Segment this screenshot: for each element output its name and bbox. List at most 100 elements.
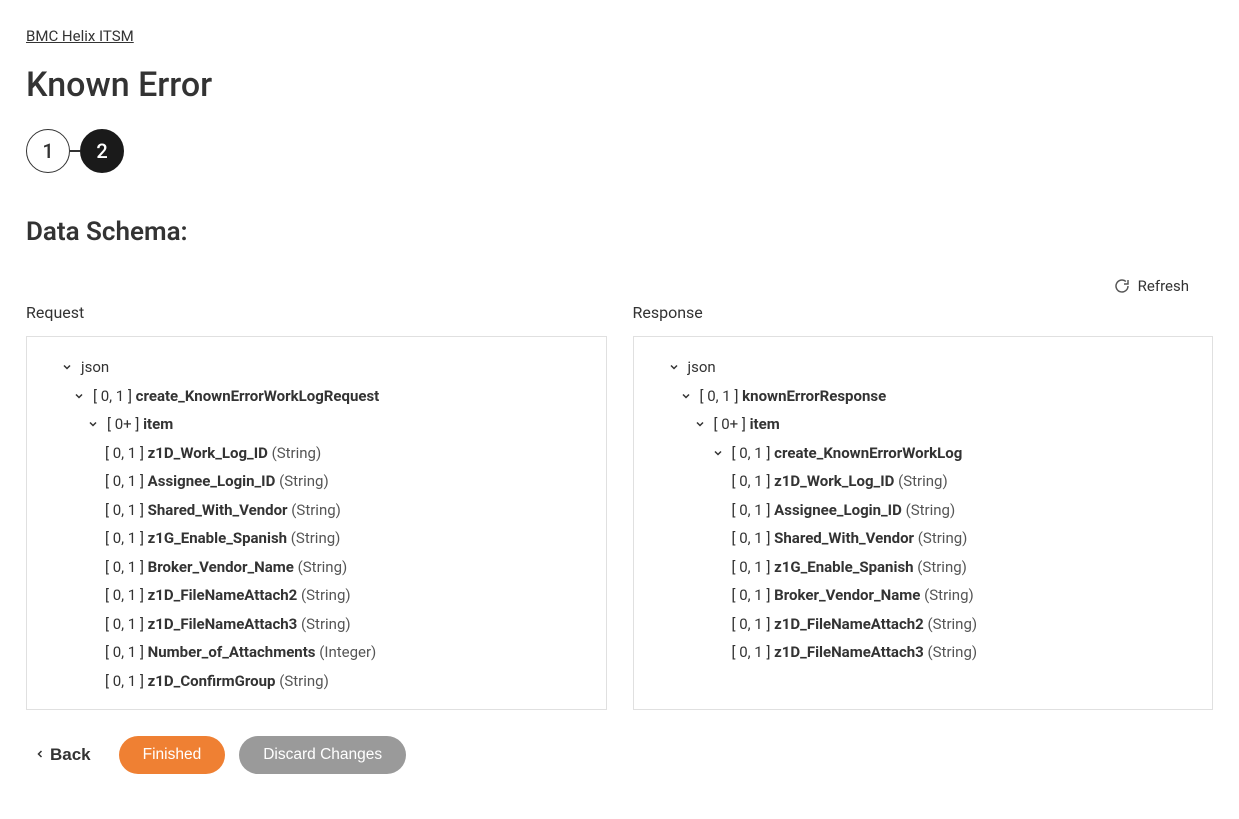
tree-node[interactable]: [ 0, 1 ] knownErrorResponse: [656, 382, 1191, 411]
field-name: item: [750, 410, 780, 439]
tree-node[interactable]: [ 0, 1 ] create_KnownErrorWorkLogRequest: [49, 382, 584, 411]
step-connector: [70, 150, 80, 152]
tree-node[interactable]: [ 0+ ] item: [49, 410, 584, 439]
field-name: Shared_With_Vendor: [148, 496, 288, 525]
request-label: Request: [26, 303, 607, 322]
cardinality: [ 0, 1 ]: [105, 610, 144, 639]
field-name: z1D_FileNameAttach2: [774, 610, 924, 639]
tree-node-json[interactable]: json: [49, 353, 584, 382]
field-type: (String): [301, 581, 351, 610]
response-schema-box[interactable]: json [ 0, 1 ] knownErrorResponse [ 0+ ] …: [633, 336, 1214, 710]
refresh-label[interactable]: Refresh: [1138, 277, 1189, 295]
tree-leaf[interactable]: [ 0, 1 ] z1D_FileNameAttach2 (String): [656, 610, 1191, 639]
chevron-down-icon: [87, 418, 99, 430]
tree-leaf[interactable]: [ 0, 1 ] z1D_FileNameAttach3 (String): [656, 638, 1191, 667]
field-type: (String): [924, 581, 974, 610]
cardinality: [ 0, 1 ]: [105, 581, 144, 610]
chevron-down-icon: [712, 447, 724, 459]
field-name: Shared_With_Vendor: [774, 524, 914, 553]
tree-leaf[interactable]: [ 0, 1 ] z1D_Work_Log_ID (String): [49, 439, 584, 468]
chevron-down-icon: [694, 418, 706, 430]
field-name: z1D_Work_Log_ID: [148, 439, 268, 468]
discard-changes-button[interactable]: Discard Changes: [239, 736, 406, 774]
cardinality: [ 0, 1 ]: [732, 553, 771, 582]
field-type: (String): [291, 524, 341, 553]
chevron-down-icon: [680, 390, 692, 402]
tree-node[interactable]: [ 0+ ] item: [656, 410, 1191, 439]
page-title: Known Error: [26, 65, 1213, 105]
cardinality: [ 0, 1 ]: [93, 382, 132, 411]
field-type: (Integer): [319, 638, 376, 667]
field-type: (String): [906, 496, 956, 525]
field-type: (String): [918, 524, 968, 553]
field-type: (String): [917, 553, 967, 582]
field-type: (String): [301, 610, 351, 639]
footer-actions: Back Finished Discard Changes: [26, 736, 1213, 774]
tree-node-json[interactable]: json: [656, 353, 1191, 382]
cardinality: [ 0, 1 ]: [105, 638, 144, 667]
step-1[interactable]: 1: [26, 129, 70, 173]
field-type: (String): [272, 439, 322, 468]
field-name: Assignee_Login_ID: [148, 467, 276, 496]
field-name: z1D_FileNameAttach3: [148, 610, 298, 639]
field-name: Assignee_Login_ID: [774, 496, 902, 525]
tree-leaf[interactable]: [ 0, 1 ] z1G_Enable_Spanish (String): [49, 524, 584, 553]
tree-leaf[interactable]: [ 0, 1 ] z1G_Enable_Spanish (String): [656, 553, 1191, 582]
field-type: (String): [279, 467, 329, 496]
field-name: z1D_Work_Log_ID: [774, 467, 894, 496]
refresh-icon[interactable]: [1114, 278, 1130, 294]
tree-leaf[interactable]: [ 0, 1 ] z1D_FileNameAttach2 (String): [49, 581, 584, 610]
field-name: Number_of_Attachments: [148, 638, 316, 667]
field-name: create_KnownErrorWorkLogRequest: [136, 382, 380, 411]
field-name: Broker_Vendor_Name: [148, 553, 294, 582]
cardinality: [ 0, 1 ]: [105, 439, 144, 468]
step-2[interactable]: 2: [80, 129, 124, 173]
cardinality: [ 0, 1 ]: [105, 496, 144, 525]
chevron-down-icon: [668, 361, 680, 373]
cardinality: [ 0, 1 ]: [732, 439, 771, 468]
breadcrumb-link[interactable]: BMC Helix ITSM: [26, 27, 134, 45]
field-type: (String): [279, 667, 329, 696]
chevron-down-icon: [73, 390, 85, 402]
cardinality: [ 0, 1 ]: [105, 667, 144, 696]
tree-node-label: json: [688, 353, 716, 382]
tree-leaf[interactable]: [ 0, 1 ] Broker_Vendor_Name (String): [49, 553, 584, 582]
cardinality: [ 0, 1 ]: [105, 553, 144, 582]
field-type: (String): [291, 496, 341, 525]
cardinality: [ 0, 1 ]: [732, 581, 771, 610]
request-column: Request json [ 0, 1 ] create_KnownErrorW…: [26, 303, 607, 710]
cardinality: [ 0, 1 ]: [105, 467, 144, 496]
field-name: z1D_FileNameAttach3: [774, 638, 924, 667]
field-name: Broker_Vendor_Name: [774, 581, 920, 610]
cardinality: [ 0, 1 ]: [732, 610, 771, 639]
tree-leaf[interactable]: [ 0, 1 ] z1D_Work_Log_ID (String): [656, 467, 1191, 496]
tree-leaf[interactable]: [ 0, 1 ] Broker_Vendor_Name (String): [656, 581, 1191, 610]
cardinality: [ 0, 1 ]: [732, 524, 771, 553]
stepper: 1 2: [26, 129, 1213, 173]
field-name: z1D_ConfirmGroup: [148, 667, 276, 696]
tree-leaf[interactable]: [ 0, 1 ] z1D_ConfirmGroup (String): [49, 667, 584, 696]
field-type: (String): [928, 610, 978, 639]
field-type: (String): [898, 467, 948, 496]
cardinality: [ 0+ ]: [714, 410, 746, 439]
field-name: item: [143, 410, 173, 439]
tree-node-label: json: [81, 353, 109, 382]
tree-leaf[interactable]: [ 0, 1 ] Assignee_Login_ID (String): [656, 496, 1191, 525]
field-name: z1G_Enable_Spanish: [148, 524, 287, 553]
cardinality: [ 0, 1 ]: [732, 496, 771, 525]
chevron-down-icon: [61, 361, 73, 373]
tree-node[interactable]: [ 0, 1 ] create_KnownErrorWorkLog: [656, 439, 1191, 468]
back-button[interactable]: Back: [34, 745, 105, 765]
field-name: z1D_FileNameAttach2: [148, 581, 298, 610]
tree-leaf[interactable]: [ 0, 1 ] Shared_With_Vendor (String): [49, 496, 584, 525]
cardinality: [ 0, 1 ]: [700, 382, 739, 411]
back-label: Back: [50, 745, 91, 765]
tree-leaf[interactable]: [ 0, 1 ] Number_of_Attachments (Integer): [49, 638, 584, 667]
finished-button[interactable]: Finished: [119, 736, 226, 774]
cardinality: [ 0, 1 ]: [105, 524, 144, 553]
tree-leaf[interactable]: [ 0, 1 ] Assignee_Login_ID (String): [49, 467, 584, 496]
tree-leaf[interactable]: [ 0, 1 ] Shared_With_Vendor (String): [656, 524, 1191, 553]
tree-leaf[interactable]: [ 0, 1 ] z1D_FileNameAttach3 (String): [49, 610, 584, 639]
response-label: Response: [633, 303, 1214, 322]
request-schema-box[interactable]: json [ 0, 1 ] create_KnownErrorWorkLogRe…: [26, 336, 607, 710]
